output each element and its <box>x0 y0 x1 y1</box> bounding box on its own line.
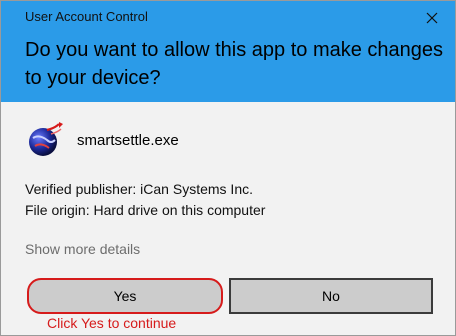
app-info: Verified publisher: iCan Systems Inc. Fi… <box>25 179 265 221</box>
window-title: User Account Control <box>25 9 148 24</box>
close-icon <box>426 12 438 24</box>
app-row: smartsettle.exe <box>25 119 179 161</box>
close-button[interactable] <box>417 5 447 31</box>
annotation-hint: Click Yes to continue <box>47 315 177 331</box>
show-more-details-link[interactable]: Show more details <box>25 241 140 257</box>
file-origin-text: File origin: Hard drive on this computer <box>25 202 266 218</box>
app-name: smartsettle.exe <box>77 131 179 149</box>
uac-dialog: User Account Control Do you want to allo… <box>0 0 456 336</box>
prompt-question: Do you want to allow this app to make ch… <box>25 39 444 89</box>
globe-app-icon <box>29 122 63 156</box>
yes-button[interactable]: Yes <box>27 278 223 314</box>
no-button[interactable]: No <box>229 278 433 314</box>
dialog-header: User Account Control Do you want to allo… <box>1 1 455 102</box>
publisher-text: Verified publisher: iCan Systems Inc. <box>25 181 253 197</box>
